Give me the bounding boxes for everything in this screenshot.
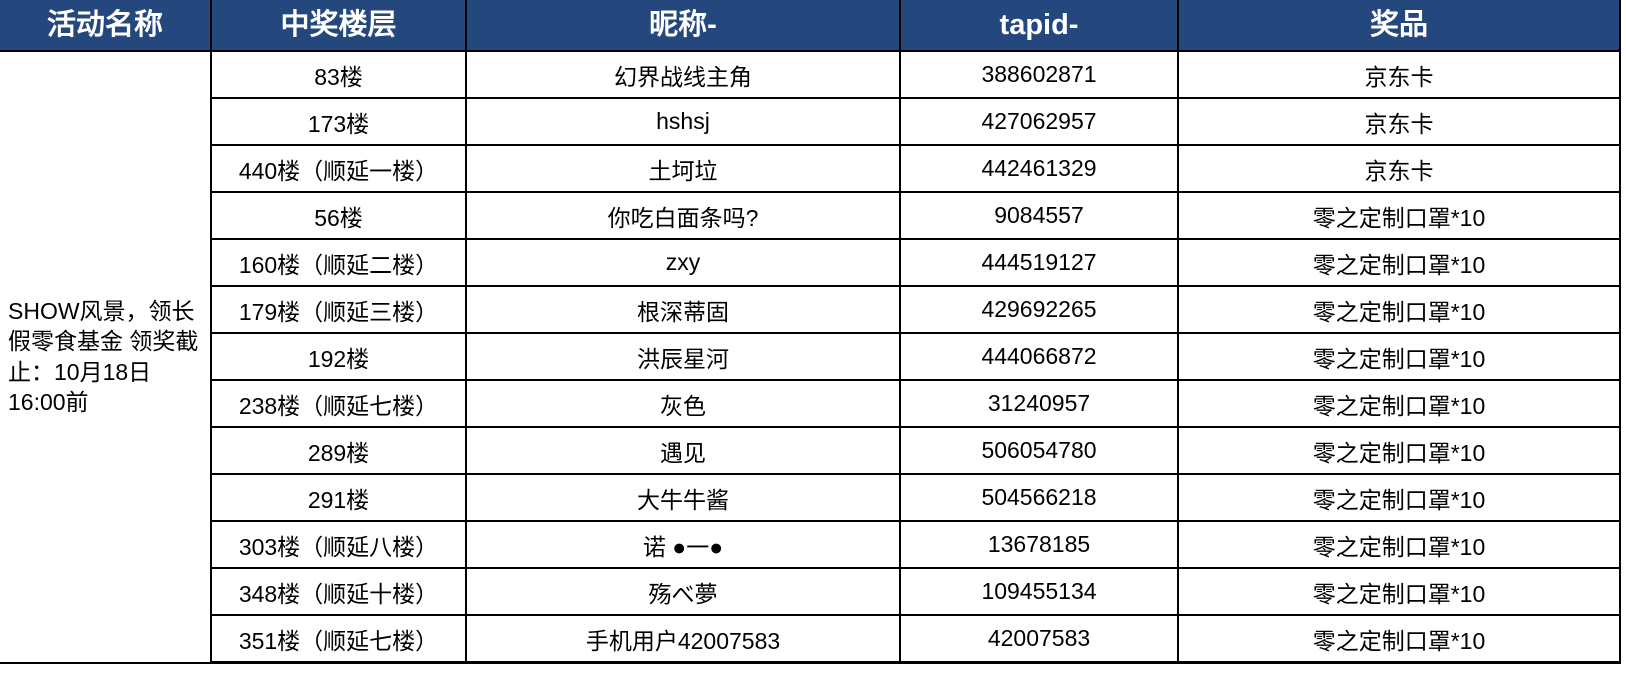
table-row: 348楼（顺延十楼） 殇べ夢 109455134 零之定制口罩*10 xyxy=(0,567,1621,616)
tapid-cell: 444066872 xyxy=(899,332,1179,381)
prize-cell: 京东卡 xyxy=(1177,50,1621,99)
prize-cell: 零之定制口罩*10 xyxy=(1177,614,1621,664)
tapid-cell: 442461329 xyxy=(899,144,1179,193)
table-header: 活动名称 中奖楼层 昵称- tapid- 奖品 xyxy=(0,0,1621,52)
prize-cell: 零之定制口罩*10 xyxy=(1177,285,1621,334)
header-prize: 奖品 xyxy=(1177,0,1621,52)
floor-cell: 160楼（顺延二楼） xyxy=(210,238,467,287)
header-activity-name: 活动名称 xyxy=(0,0,212,52)
prize-cell: 零之定制口罩*10 xyxy=(1177,426,1621,475)
nickname-cell: 大牛牛酱 xyxy=(465,473,901,522)
nickname-cell: 灰色 xyxy=(465,379,901,428)
prize-cell: 零之定制口罩*10 xyxy=(1177,238,1621,287)
table-row: 238楼（顺延七楼） 灰色 31240957 零之定制口罩*10 xyxy=(0,379,1621,428)
table-body: SHOW风景，领长假零食基金 领奖截止：10月18日16:00前 83楼 幻界战线主… xyxy=(0,50,1621,664)
prize-cell: 零之定制口罩*10 xyxy=(1177,379,1621,428)
table-row: 192楼 洪辰星河 444066872 零之定制口罩*10 xyxy=(0,332,1621,381)
table-row: 56楼 你吃白面条吗? 9084557 零之定制口罩*10 xyxy=(0,191,1621,240)
floor-cell: 303楼（顺延八楼） xyxy=(210,520,467,569)
header-winning-floor: 中奖楼层 xyxy=(210,0,467,52)
tapid-cell: 506054780 xyxy=(899,426,1179,475)
tapid-cell: 9084557 xyxy=(899,191,1179,240)
header-nickname: 昵称- xyxy=(465,0,901,52)
table-row: 160楼（顺延二楼） zxy 444519127 零之定制口罩*10 xyxy=(0,238,1621,287)
tapid-cell: 13678185 xyxy=(899,520,1179,569)
nickname-cell: 手机用户42007583 xyxy=(465,614,901,664)
tapid-cell: 427062957 xyxy=(899,97,1179,146)
floor-cell: 179楼（顺延三楼） xyxy=(210,285,467,334)
table-row: 179楼（顺延三楼） 根深蒂固 429692265 零之定制口罩*10 xyxy=(0,285,1621,334)
tapid-cell: 109455134 xyxy=(899,567,1179,616)
table-row: 291楼 大牛牛酱 504566218 零之定制口罩*10 xyxy=(0,473,1621,522)
prize-cell: 京东卡 xyxy=(1177,144,1621,193)
table-row: 440楼（顺延一楼） 土坷垃 442461329 京东卡 xyxy=(0,144,1621,193)
prize-cell: 零之定制口罩*10 xyxy=(1177,520,1621,569)
prize-cell: 零之定制口罩*10 xyxy=(1177,473,1621,522)
floor-cell: 83楼 xyxy=(210,50,467,99)
header-row: 活动名称 中奖楼层 昵称- tapid- 奖品 xyxy=(0,0,1621,52)
nickname-cell: 殇べ夢 xyxy=(465,567,901,616)
tapid-cell: 42007583 xyxy=(899,614,1179,664)
nickname-cell: 洪辰星河 xyxy=(465,332,901,381)
table-row: 303楼（顺延八楼）诺 ●一● 13678185 零之定制口罩*10 xyxy=(0,520,1621,569)
floor-cell: 238楼（顺延七楼） xyxy=(210,379,467,428)
prize-cell: 零之定制口罩*10 xyxy=(1177,567,1621,616)
table-row: 351楼（顺延七楼） 手机用户42007583 42007583 零之定制口罩*10 xyxy=(0,614,1621,664)
floor-cell: 291楼 xyxy=(210,473,467,522)
table-row: 289楼 遇见 506054780 零之定制口罩*10 xyxy=(0,426,1621,475)
tapid-cell: 444519127 xyxy=(899,238,1179,287)
nickname-cell: hshsj xyxy=(465,97,901,146)
floor-cell: 173楼 xyxy=(210,97,467,146)
header-tapid: tapid- xyxy=(899,0,1179,52)
nickname-cell: 诺 ●一● xyxy=(465,520,901,569)
nickname-cell: 遇见 xyxy=(465,426,901,475)
prize-cell: 零之定制口罩*10 xyxy=(1177,191,1621,240)
table-row: SHOW风景，领长假零食基金 领奖截止：10月18日16:00前 83楼 幻界战线主… xyxy=(0,50,1621,664)
floor-cell: 351楼（顺延七楼） xyxy=(210,614,467,664)
winners-table: 活动名称 中奖楼层 昵称- tapid- 奖品 SHOW风景，领长假零食基金 领… xyxy=(0,0,1621,664)
tapid-cell: 504566218 xyxy=(899,473,1179,522)
floor-cell: 192楼 xyxy=(210,332,467,381)
floor-cell: 289楼 xyxy=(210,426,467,475)
prize-cell: 零之定制口罩*10 xyxy=(1177,332,1621,381)
nickname-cell: 根深蒂固 xyxy=(465,285,901,334)
activity-name-cell: SHOW风景，领长假零食基金 领奖截止：10月18日16:00前 xyxy=(0,50,212,664)
table-row: 173楼 hshsj 427062957 京东卡 xyxy=(0,97,1621,146)
tapid-cell: 429692265 xyxy=(899,285,1179,334)
tapid-cell: 31240957 xyxy=(899,379,1179,428)
tapid-cell: 388602871 xyxy=(899,50,1179,99)
floor-cell: 56楼 xyxy=(210,191,467,240)
nickname-cell: zxy xyxy=(465,238,901,287)
prize-cell: 京东卡 xyxy=(1177,97,1621,146)
nickname-cell: 土坷垃 xyxy=(465,144,901,193)
nickname-cell: 你吃白面条吗? xyxy=(465,191,901,240)
floor-cell: 440楼（顺延一楼） xyxy=(210,144,467,193)
floor-cell: 348楼（顺延十楼） xyxy=(210,567,467,616)
nickname-cell: 幻界战线主角 xyxy=(465,50,901,99)
